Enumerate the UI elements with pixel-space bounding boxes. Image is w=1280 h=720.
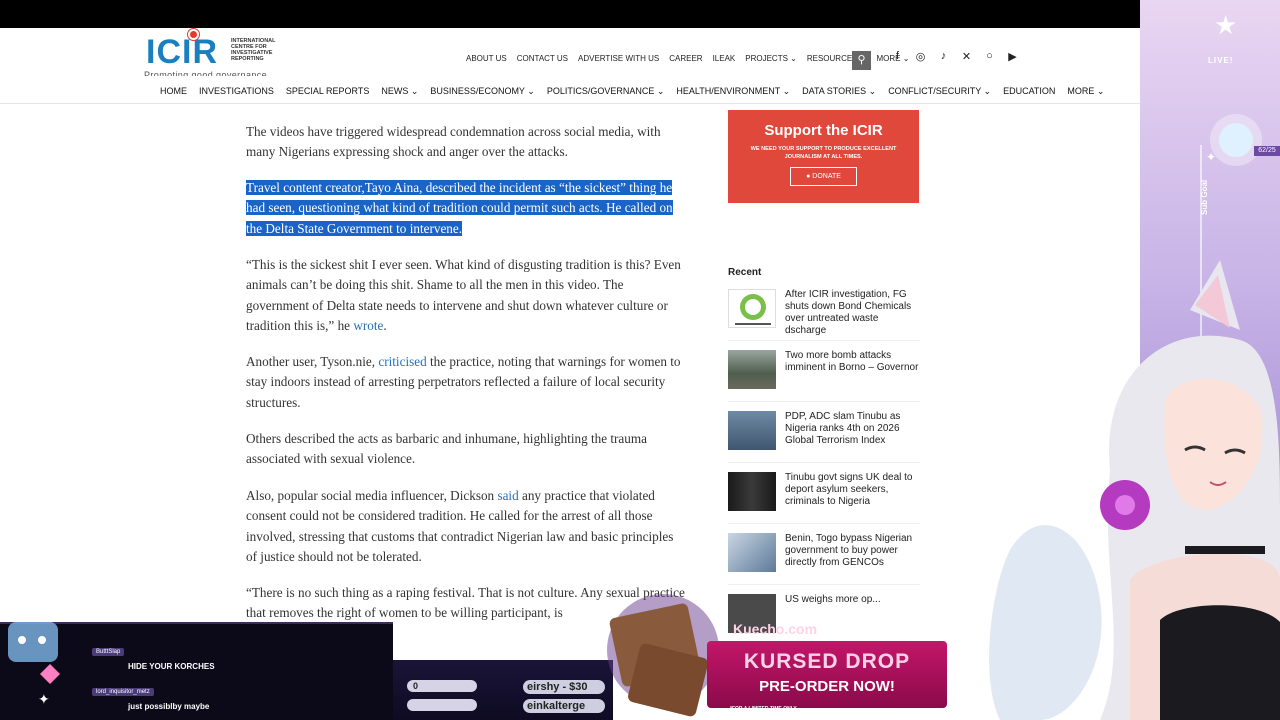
link-criticised[interactable]: criticised — [378, 354, 426, 369]
article-paragraph: Others described the acts as barbaric an… — [246, 431, 647, 467]
recent-title: After ICIR investigation, FG shuts down … — [785, 289, 912, 336]
chat-overlay: ✦ ButttSlap HIDE YOUR KORCHES lord_inqui… — [0, 622, 393, 720]
article-paragraph: “This is the sickest shit I ever seen. W… — [246, 257, 681, 333]
ticker-value: 0 — [407, 680, 477, 692]
svg-text:✦: ✦ — [38, 691, 50, 707]
top-link-about[interactable]: ABOUT US — [466, 54, 507, 63]
recent-title: PDP, ADC slam Tinubu as Nigeria ranks 4t… — [785, 411, 901, 446]
nav-education[interactable]: EDUCATION — [1003, 86, 1055, 97]
selected-text[interactable]: Travel content creator,Tayo Aina, descri… — [246, 180, 673, 236]
nav-special-reports[interactable]: SPECIAL REPORTS — [286, 86, 370, 97]
window-top-bar — [0, 0, 1280, 28]
promo-title: KURSED DROP — [743, 650, 911, 673]
facebook-icon[interactable]: f — [891, 50, 904, 63]
nav-news[interactable]: NEWS ⌄ — [381, 86, 418, 97]
top-link-career[interactable]: CAREER — [669, 54, 702, 63]
promo-brand: Kuecho.com — [733, 621, 818, 637]
goal-count: 62/25 — [1254, 146, 1280, 156]
star-icon: ★ — [1214, 10, 1238, 40]
nav-health[interactable]: HEALTH/ENVIRONMENT ⌄ — [676, 86, 790, 97]
main-nav: HOME INVESTIGATIONS SPECIAL REPORTS NEWS… — [0, 76, 1280, 104]
article-paragraph: The videos have triggered widespread con… — [246, 124, 661, 160]
top-link-contact[interactable]: CONTACT US — [517, 54, 568, 63]
recent-thumbnail — [728, 289, 776, 328]
support-banner[interactable]: Support the ICIR WE NEED YOUR SUPPORT TO… — [728, 110, 919, 203]
recent-thumbnail — [728, 472, 776, 511]
ticker-name: einkalterge — [523, 699, 605, 713]
youtube-icon[interactable]: ▶ — [1006, 50, 1019, 63]
promo-subtitle: PRE-ORDER NOW! — [759, 678, 895, 695]
recent-heading: Recent — [728, 267, 762, 278]
site-header: ICIR INTERNATIONAL CENTRE FOR INVESTIGAT… — [0, 28, 1280, 80]
donation-ticker: 0 eirshy - $30 einkalterge — [393, 660, 613, 720]
nav-home[interactable]: HOME — [160, 86, 187, 97]
vtuber-avatar — [989, 260, 1280, 720]
nav-business[interactable]: BUSINESS/ECONOMY ⌄ — [430, 86, 534, 97]
article-paragraph: Another user, Tyson.nie, criticised the … — [246, 354, 681, 410]
nav-more[interactable]: MORE ⌄ — [1067, 86, 1104, 97]
chat-username: ButttSlap — [92, 648, 125, 656]
ticker-value — [407, 699, 477, 711]
top-link-ileak[interactable]: ILEAK — [713, 54, 736, 63]
promo-fineprint: *FOR A LIMITED TIME ONLY — [730, 706, 797, 712]
ticker-row: einkalterge — [407, 699, 607, 713]
chat-message: ButttSlap HIDE YOUR KORCHES — [92, 640, 215, 671]
site-logo[interactable]: ICIR INTERNATIONAL CENTRE FOR INVESTIGAT… — [144, 29, 286, 80]
article-paragraph-selected: Travel content creator,Tayo Aina, descri… — [246, 178, 686, 239]
ticker-name: eirshy - $30 — [523, 680, 605, 694]
recent-item[interactable]: Two more bomb attacks imminent in Borno … — [728, 350, 920, 402]
link-said[interactable]: said — [497, 488, 518, 503]
recent-title: US weighs more op... — [785, 594, 881, 605]
chat-message: lord_inquisitor_metz just possiblby mayb… — [92, 680, 209, 711]
logo-subtitle: INTERNATIONAL CENTRE FOR INVESTIGATIVE R… — [231, 38, 276, 62]
link-wrote[interactable]: wrote — [353, 318, 383, 333]
ticker-row: 0 eirshy - $30 — [407, 680, 607, 694]
recent-thumbnail — [728, 533, 776, 572]
support-subtitle: WE NEED YOUR SUPPORT TO PRODUCE EXCELLEN… — [750, 146, 897, 160]
recent-item[interactable]: After ICIR investigation, FG shuts down … — [728, 289, 920, 341]
chat-text: HIDE YOUR KORCHES — [128, 662, 215, 671]
recent-item[interactable]: PDP, ADC slam Tinubu as Nigeria ranks 4t… — [728, 411, 920, 463]
recent-item[interactable]: US weighs more op... — [728, 594, 920, 646]
recent-thumbnail — [728, 411, 776, 450]
nav-investigations[interactable]: INVESTIGATIONS — [199, 86, 274, 97]
moon-orb-icon — [1210, 114, 1262, 166]
recent-title: Benin, Togo bypass Nigerian government t… — [785, 533, 913, 568]
recent-thumbnail — [728, 350, 776, 389]
logo-dot-icon — [188, 29, 199, 40]
social-icons: f ◎ ♪ ✕ ○ ▶ — [891, 50, 1019, 63]
instagram-icon[interactable]: ◎ — [914, 50, 927, 63]
nav-conflict[interactable]: CONFLICT/SECURITY ⌄ — [888, 86, 991, 97]
recent-title: Tinubu govt signs UK deal to deport asyl… — [785, 472, 913, 507]
top-links: ABOUT US CONTACT US ADVERTISE WITH US CA… — [466, 54, 909, 63]
top-link-advertise[interactable]: ADVERTISE WITH US — [578, 54, 659, 63]
x-icon[interactable]: ✕ — [960, 50, 973, 63]
article-paragraph: Also, popular social media influencer, D… — [246, 488, 674, 564]
nav-politics[interactable]: POLITICS/GOVERNANCE ⌄ — [547, 86, 665, 97]
tiktok-icon[interactable]: ♪ — [937, 50, 950, 63]
chat-text: just possiblby maybe — [128, 702, 210, 711]
live-badge: LIVE! — [1208, 56, 1234, 65]
recent-title: Two more bomb attacks imminent in Borno … — [785, 350, 919, 373]
recent-item[interactable]: Benin, Togo bypass Nigerian government t… — [728, 533, 920, 585]
search-icon[interactable]: ⚲ — [852, 51, 871, 70]
donate-button[interactable]: ● DONATE — [790, 167, 857, 186]
nav-data-stories[interactable]: DATA STORIES ⌄ — [802, 86, 876, 97]
whatsapp-icon[interactable]: ○ — [983, 50, 996, 63]
chat-mascot-icon: ✦ — [8, 622, 60, 707]
goal-label: Sub Goal — [1200, 179, 1209, 215]
chat-username: lord_inquisitor_metz — [92, 688, 154, 696]
recent-item[interactable]: Tinubu govt signs UK deal to deport asyl… — [728, 472, 920, 524]
logo-text: ICIR — [146, 33, 218, 71]
top-link-projects[interactable]: PROJECTS ⌄ — [745, 54, 797, 63]
support-title: Support the ICIR — [764, 122, 883, 139]
